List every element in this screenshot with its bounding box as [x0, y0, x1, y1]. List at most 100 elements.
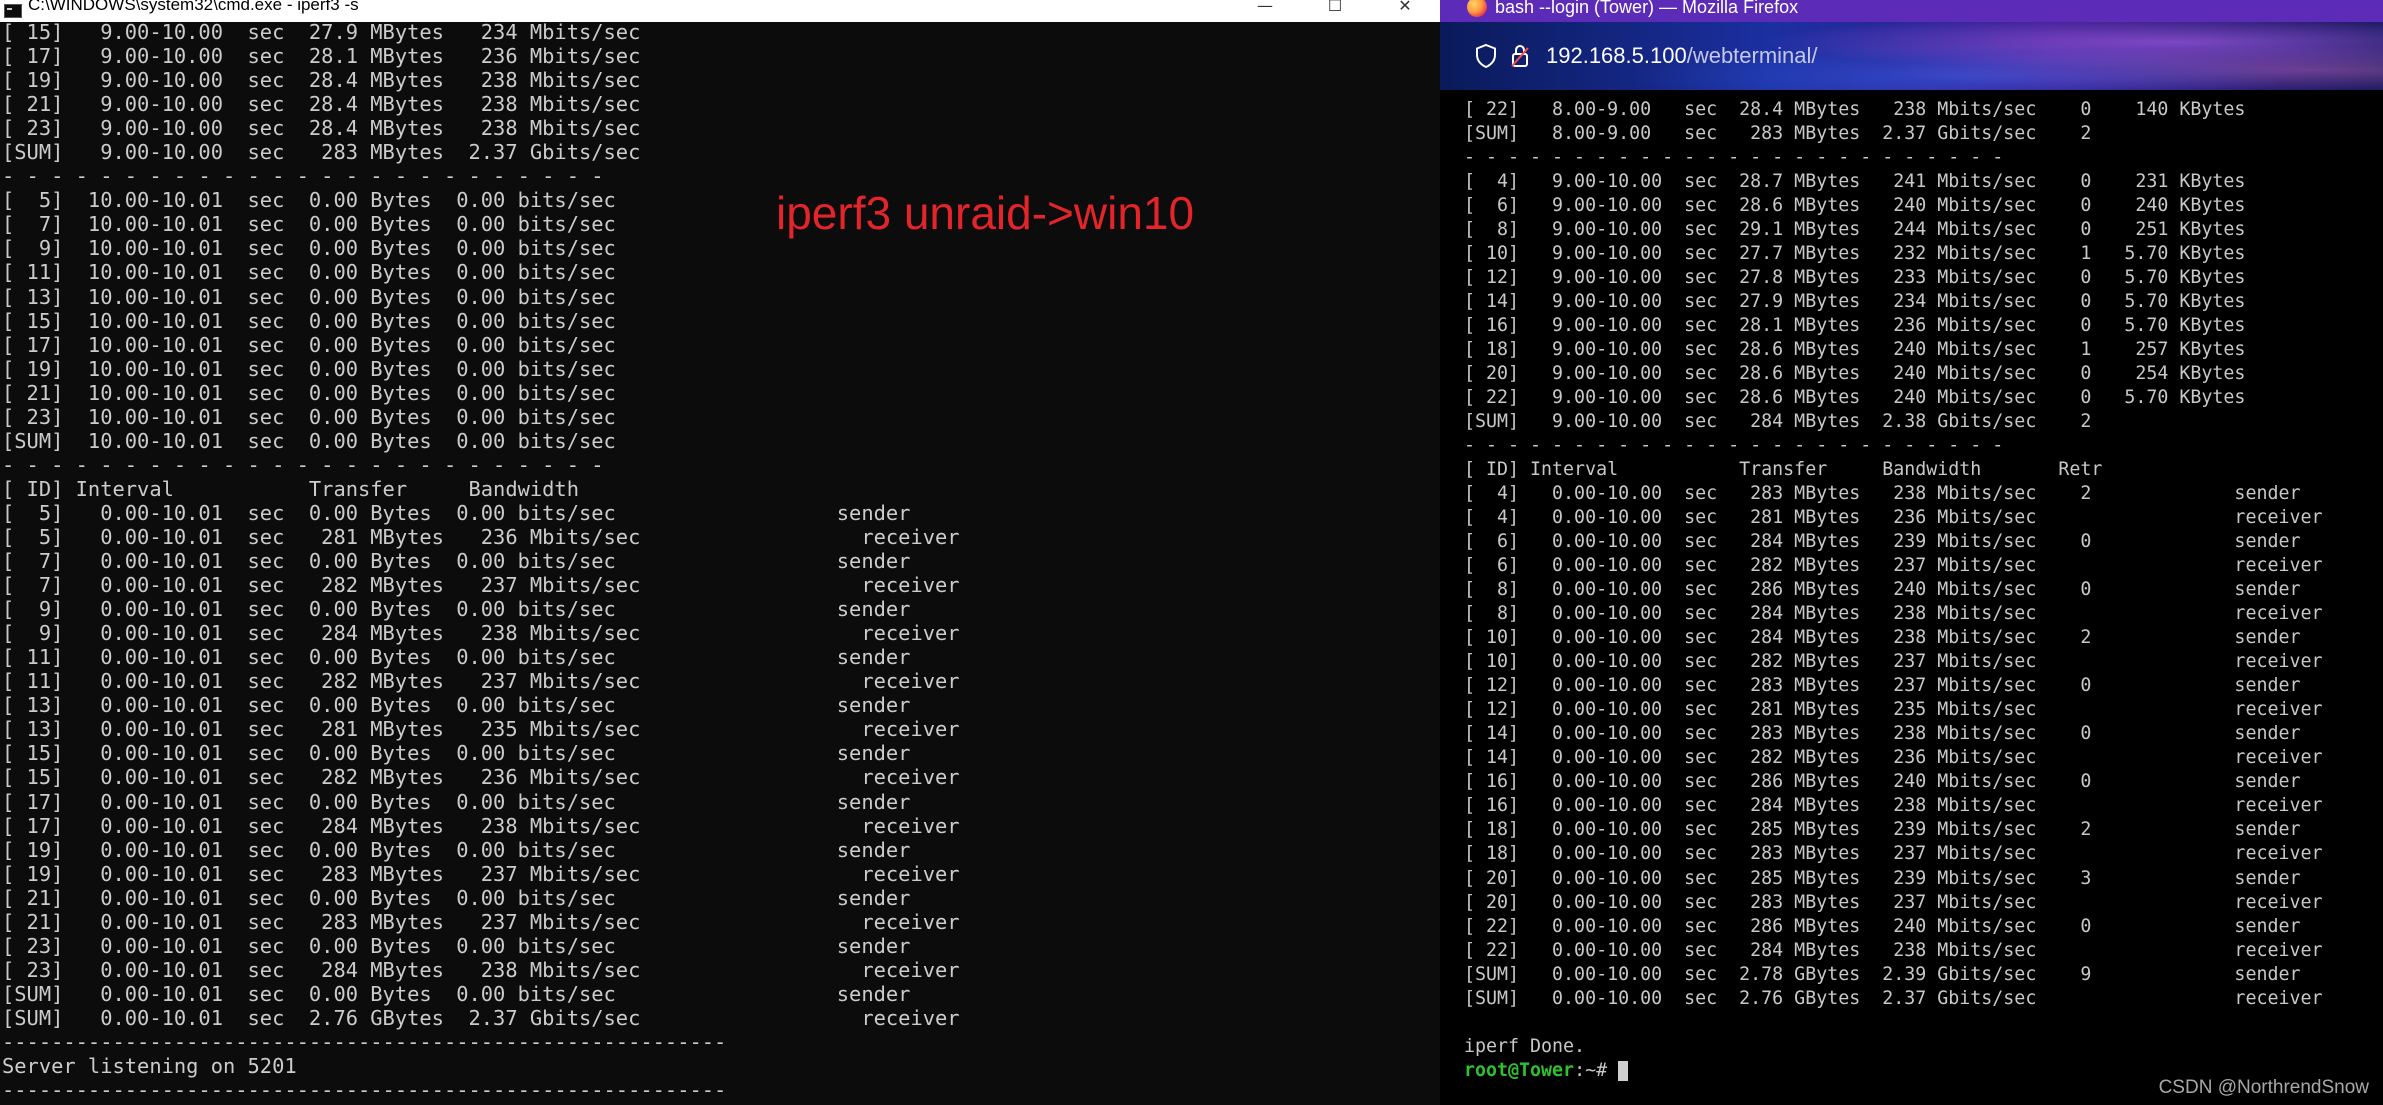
- cmd-output-line: [ 5] 0.00-10.01 sec 0.00 Bytes 0.00 bits…: [2, 500, 911, 525]
- cmd-output-line: [SUM] 0.00-10.01 sec 0.00 Bytes 0.00 bit…: [2, 981, 911, 1006]
- cmd-window-title: C:\WINDOWS\system32\cmd.exe - iperf3 -s: [28, 0, 359, 14]
- terminal-output-line: [ 22] 8.00-9.00 sec 28.4 MBytes 238 Mbit…: [1464, 99, 2246, 120]
- cmd-output-line: [SUM] 10.00-10.01 sec 0.00 Bytes 0.00 bi…: [2, 428, 616, 453]
- terminal-output-line: [ 10] 0.00-10.00 sec 282 MBytes 237 Mbit…: [1464, 651, 2323, 673]
- cmd-output-line: [ 19] 0.00-10.01 sec 0.00 Bytes 0.00 bit…: [2, 837, 911, 862]
- cmd-output-line: [ 15] 0.00-10.01 sec 0.00 Bytes 0.00 bit…: [2, 741, 911, 766]
- cmd-window-controls: — ☐ ✕: [1230, 0, 1440, 22]
- cmd-output-line: [ 21] 10.00-10.01 sec 0.00 Bytes 0.00 bi…: [2, 380, 616, 405]
- web-terminal-output[interactable]: [ 22] 8.00-9.00 sec 28.4 MBytes 238 Mbit…: [1464, 98, 2383, 1083]
- cmd-output-line: [ 23] 10.00-10.01 sec 0.00 Bytes 0.00 bi…: [2, 404, 616, 429]
- terminal-output-line: [ 6] 0.00-10.00 sec 282 MBytes 237 Mbits…: [1464, 555, 2323, 577]
- cmd-output-line: [ 5] 0.00-10.01 sec 281 MBytes 236 Mbits…: [2, 524, 960, 549]
- terminal-output-line: [ 14] 0.00-10.00 sec 282 MBytes 236 Mbit…: [1464, 747, 2323, 769]
- terminal-output-line: [ 16] 0.00-10.00 sec 286 MBytes 240 Mbit…: [1464, 771, 2301, 793]
- cmd-output-line: [SUM] 0.00-10.01 sec 2.76 GBytes 2.37 Gb…: [2, 1005, 960, 1030]
- cmd-output-line: [ 17] 9.00-10.00 sec 28.1 MBytes 236 Mbi…: [2, 44, 641, 69]
- cmd-output-line: [ 15] 0.00-10.01 sec 282 MBytes 236 Mbit…: [2, 765, 960, 790]
- prompt-user: root@Tower: [1464, 1059, 1575, 1081]
- url-text[interactable]: 192.168.5.100/webterminal/: [1546, 43, 1818, 69]
- cmd-output-line: [ 13] 0.00-10.01 sec 281 MBytes 235 Mbit…: [2, 717, 960, 742]
- terminal-output-line: [ 20] 0.00-10.00 sec 283 MBytes 237 Mbit…: [1464, 891, 2323, 913]
- cmd-output-line: [ 17] 10.00-10.01 sec 0.00 Bytes 0.00 bi…: [2, 332, 616, 357]
- terminal-output-line: [SUM] 0.00-10.00 sec 2.76 GBytes 2.37 Gb…: [1464, 987, 2323, 1009]
- terminal-output-line: [ 6] 9.00-10.00 sec 28.6 MBytes 240 Mbit…: [1464, 195, 2246, 217]
- cmd-output-line: [ 9] 0.00-10.01 sec 0.00 Bytes 0.00 bits…: [2, 597, 911, 622]
- cmd-output-line: [ 17] 0.00-10.01 sec 284 MBytes 238 Mbit…: [2, 813, 960, 838]
- terminal-output-line: [ 14] 9.00-10.00 sec 27.9 MBytes 234 Mbi…: [1464, 291, 2246, 313]
- cmd-output-line: [ 11] 0.00-10.01 sec 0.00 Bytes 0.00 bit…: [2, 645, 911, 670]
- firefox-window: bash --login (Tower) — Mozilla Firefox 1…: [1440, 0, 2383, 1105]
- terminal-output-line: [ 20] 9.00-10.00 sec 28.6 MBytes 240 Mbi…: [1464, 363, 2246, 385]
- cmd-output-line: [ 19] 10.00-10.01 sec 0.00 Bytes 0.00 bi…: [2, 356, 616, 381]
- firefox-window-title: bash --login (Tower) — Mozilla Firefox: [1495, 0, 1799, 17]
- terminal-output-line: [ 12] 0.00-10.00 sec 283 MBytes 237 Mbit…: [1464, 675, 2301, 697]
- firefox-navbar: 192.168.5.100/webterminal/: [1440, 22, 2383, 90]
- terminal-output-line: - - - - - - - - - - - - - - - - - - - - …: [1464, 435, 2004, 457]
- terminal-output-line: [ 10] 9.00-10.00 sec 27.7 MBytes 232 Mbi…: [1464, 243, 2246, 265]
- cmd-output-line: ----------------------------------------…: [2, 1078, 727, 1103]
- cmd-output-line: [ 7] 10.00-10.01 sec 0.00 Bytes 0.00 bit…: [2, 212, 616, 237]
- url-bar[interactable]: 192.168.5.100/webterminal/: [1440, 22, 2383, 90]
- web-terminal-lines: [ 22] 8.00-9.00 sec 28.4 MBytes 238 Mbit…: [1464, 98, 2383, 1059]
- terminal-output-line: [ 22] 9.00-10.00 sec 28.6 MBytes 240 Mbi…: [1464, 387, 2246, 409]
- annotation-label: iperf3 unraid->win10: [776, 187, 1195, 239]
- cmd-output-line: [ 9] 10.00-10.01 sec 0.00 Bytes 0.00 bit…: [2, 236, 616, 261]
- terminal-output-line: [ 18] 0.00-10.00 sec 283 MBytes 237 Mbit…: [1464, 843, 2323, 865]
- terminal-output-line: [ 8] 0.00-10.00 sec 286 MBytes 240 Mbits…: [1464, 579, 2301, 601]
- prompt-suffix: :~#: [1574, 1059, 1619, 1081]
- cmd-output-line: [ 23] 0.00-10.01 sec 284 MBytes 238 Mbit…: [2, 957, 960, 982]
- cmd-output-line: [ 23] 0.00-10.01 sec 0.00 Bytes 0.00 bit…: [2, 933, 911, 958]
- close-button[interactable]: ✕: [1370, 0, 1440, 16]
- lock-icon[interactable]: [1510, 44, 1530, 68]
- terminal-output-line: [ 4] 9.00-10.00 sec 28.7 MBytes 241 Mbit…: [1464, 171, 2246, 193]
- cmd-output-line: [ 19] 9.00-10.00 sec 28.4 MBytes 238 Mbi…: [2, 68, 641, 93]
- terminal-output-line: [ 6] 0.00-10.00 sec 284 MBytes 239 Mbits…: [1464, 531, 2301, 553]
- watermark: CSDN @NorthrendSnow: [2158, 1077, 2369, 1098]
- terminal-output-line: [SUM] 8.00-9.00 sec 283 MBytes 2.37 Gbit…: [1464, 123, 2092, 145]
- cmd-titlebar[interactable]: C:\WINDOWS\system32\cmd.exe - iperf3 -s …: [0, 0, 1440, 22]
- cmd-output-line: [ 7] 0.00-10.01 sec 282 MBytes 237 Mbits…: [2, 573, 960, 598]
- cmd-output-line: [ 21] 0.00-10.01 sec 283 MBytes 237 Mbit…: [2, 909, 960, 934]
- cmd-output-line: [ 11] 10.00-10.01 sec 0.00 Bytes 0.00 bi…: [2, 260, 616, 285]
- terminal-output-line: - - - - - - - - - - - - - - - - - - - - …: [1464, 147, 2004, 169]
- cmd-output-line: [ 19] 0.00-10.01 sec 283 MBytes 237 Mbit…: [2, 861, 960, 886]
- terminal-output-line: [ 8] 9.00-10.00 sec 29.1 MBytes 244 Mbit…: [1464, 219, 2246, 241]
- terminal-output-line: [ 4] 0.00-10.00 sec 281 MBytes 236 Mbits…: [1464, 507, 2323, 529]
- cmd-output-line: [ 7] 0.00-10.01 sec 0.00 Bytes 0.00 bits…: [2, 549, 911, 574]
- cmd-output-line: [ 23] 9.00-10.00 sec 28.4 MBytes 238 Mbi…: [2, 116, 641, 141]
- cmd-output-line: [ 15] 9.00-10.00 sec 27.9 MBytes 234 Mbi…: [2, 20, 641, 44]
- cmd-output-line: - - - - - - - - - - - - - - - - - - - - …: [2, 164, 604, 189]
- url-path: /webterminal/: [1686, 43, 1818, 68]
- cmd-output-line: [ 11] 0.00-10.01 sec 282 MBytes 237 Mbit…: [2, 669, 960, 694]
- cmd-output[interactable]: [ 15] 9.00-10.00 sec 27.9 MBytes 234 Mbi…: [2, 20, 1440, 1102]
- cmd-output-line: [ 13] 0.00-10.01 sec 0.00 Bytes 0.00 bit…: [2, 693, 911, 718]
- terminal-output-line: [ 8] 0.00-10.00 sec 284 MBytes 238 Mbits…: [1464, 603, 2323, 625]
- terminal-output-line: [ 10] 0.00-10.00 sec 284 MBytes 238 Mbit…: [1464, 627, 2301, 649]
- terminal-output-line: [ ID] Interval Transfer Bandwidth Retr: [1464, 459, 2103, 481]
- terminal-output-line: iperf Done.: [1464, 1035, 1586, 1057]
- terminal-output-line: [SUM] 9.00-10.00 sec 284 MBytes 2.38 Gbi…: [1464, 411, 2092, 433]
- cmd-output-line: [ 5] 10.00-10.01 sec 0.00 Bytes 0.00 bit…: [2, 188, 616, 213]
- cmd-output-line: [ ID] Interval Transfer Bandwidth: [2, 476, 579, 501]
- terminal-output-line: [SUM] 0.00-10.00 sec 2.78 GBytes 2.39 Gb…: [1464, 963, 2301, 985]
- cmd-output-line: [ 13] 10.00-10.01 sec 0.00 Bytes 0.00 bi…: [2, 284, 616, 309]
- cmd-output-line: - - - - - - - - - - - - - - - - - - - - …: [2, 452, 604, 477]
- cmd-output-line: [ 9] 0.00-10.01 sec 284 MBytes 238 Mbits…: [2, 621, 960, 646]
- cmd-output-line: [ 21] 9.00-10.00 sec 28.4 MBytes 238 Mbi…: [2, 92, 641, 117]
- terminal-cursor: [1618, 1060, 1629, 1081]
- cmd-output-line: [SUM] 9.00-10.00 sec 283 MBytes 2.37 Gbi…: [2, 140, 641, 165]
- terminal-output-line: [ 16] 0.00-10.00 sec 284 MBytes 238 Mbit…: [1464, 795, 2323, 817]
- terminal-output-line: [ 12] 9.00-10.00 sec 27.8 MBytes 233 Mbi…: [1464, 267, 2246, 289]
- minimize-button[interactable]: —: [1230, 0, 1300, 16]
- terminal-output-line: [ 14] 0.00-10.00 sec 283 MBytes 238 Mbit…: [1464, 723, 2301, 745]
- maximize-button[interactable]: ☐: [1300, 0, 1370, 16]
- shield-icon[interactable]: [1474, 43, 1498, 69]
- terminal-output-line: [ 20] 0.00-10.00 sec 285 MBytes 239 Mbit…: [1464, 867, 2301, 889]
- terminal-output-line: [ 16] 9.00-10.00 sec 28.1 MBytes 236 Mbi…: [1464, 315, 2246, 337]
- cmd-output-line: [ 21] 0.00-10.01 sec 0.00 Bytes 0.00 bit…: [2, 885, 911, 910]
- cmd-output-line: Server listening on 5201: [2, 1054, 297, 1079]
- firefox-titlebar[interactable]: bash --login (Tower) — Mozilla Firefox: [1440, 0, 2383, 22]
- terminal-output-line: [ 18] 0.00-10.00 sec 285 MBytes 239 Mbit…: [1464, 819, 2301, 841]
